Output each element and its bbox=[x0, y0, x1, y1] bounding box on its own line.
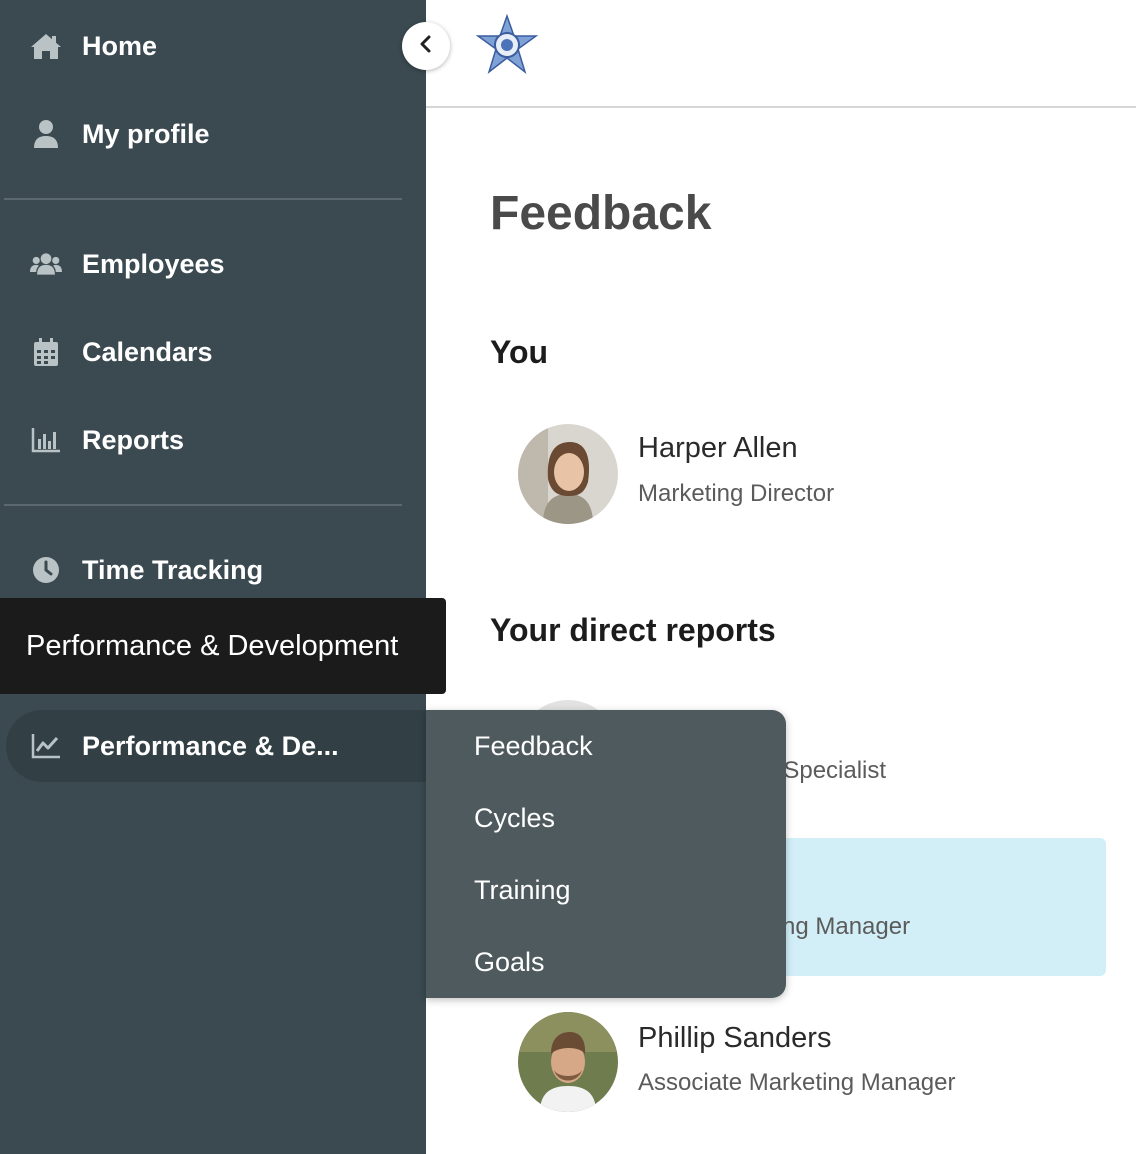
page-title: Feedback bbox=[490, 187, 712, 240]
sidebar-item-employees[interactable]: Employees bbox=[0, 236, 426, 292]
sidebar-item-performance-development[interactable]: Performance & De... bbox=[0, 718, 426, 774]
sidebar-item-reports[interactable]: Reports bbox=[0, 412, 426, 468]
avatar[interactable] bbox=[518, 1012, 618, 1112]
sidebar-item-label: Reports bbox=[82, 424, 185, 455]
person-name[interactable]: Harper Allen bbox=[638, 432, 798, 465]
sidebar-item-label: Calendars bbox=[82, 336, 213, 367]
sidebar-item-home[interactable]: Home bbox=[0, 18, 426, 74]
performance-submenu: Feedback Cycles Training Goals bbox=[426, 710, 786, 998]
person-role: t Specialist bbox=[770, 757, 887, 784]
direct-reports-section-title: Your direct reports bbox=[490, 612, 776, 648]
sidebar-divider bbox=[4, 504, 402, 506]
sidebar-item-calendars[interactable]: Calendars bbox=[0, 324, 426, 380]
avatar[interactable] bbox=[518, 424, 618, 524]
police-star-badge-logo[interactable] bbox=[474, 13, 540, 78]
calendar-icon bbox=[30, 336, 62, 368]
top-bar bbox=[426, 0, 1136, 108]
person-name[interactable]: Phillip Sanders bbox=[638, 1022, 831, 1055]
tooltip: Performance & Development bbox=[0, 598, 446, 694]
clock-icon bbox=[30, 554, 62, 586]
chevron-left-icon bbox=[419, 35, 433, 58]
sidebar-item-label: Time Tracking bbox=[82, 554, 264, 585]
you-section-title: You bbox=[490, 334, 549, 370]
sidebar: Home My profile Employees Calendars Repo… bbox=[0, 0, 446, 1154]
sidebar-item-my-profile[interactable]: My profile bbox=[0, 106, 426, 162]
home-icon bbox=[30, 30, 62, 62]
submenu-item-cycles[interactable]: Cycles bbox=[474, 788, 774, 848]
person-role: ting Manager bbox=[770, 913, 911, 940]
bar-chart-icon bbox=[30, 424, 62, 456]
users-icon bbox=[30, 248, 62, 280]
sidebar-item-label: Employees bbox=[82, 248, 225, 279]
sidebar-item-label: Performance & De... bbox=[82, 730, 339, 761]
user-icon bbox=[30, 118, 62, 150]
collapse-sidebar-button[interactable] bbox=[402, 22, 450, 70]
sidebar-item-label: My profile bbox=[82, 118, 210, 149]
person-role: Marketing Director bbox=[638, 480, 835, 507]
submenu-item-training[interactable]: Training bbox=[474, 860, 774, 920]
sidebar-item-time-tracking[interactable]: Time Tracking bbox=[0, 542, 426, 598]
submenu-item-feedback[interactable]: Feedback bbox=[474, 716, 774, 776]
line-chart-icon bbox=[30, 730, 62, 762]
submenu-item-goals[interactable]: Goals bbox=[474, 932, 774, 992]
sidebar-item-label: Home bbox=[82, 30, 158, 61]
sidebar-divider bbox=[4, 198, 402, 200]
person-role: Associate Marketing Manager bbox=[638, 1069, 956, 1096]
